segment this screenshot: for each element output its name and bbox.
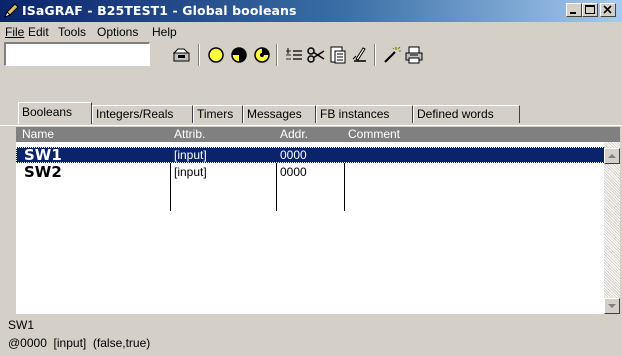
tab-label: Messages (247, 107, 302, 121)
grid-header: Name Attrib. Addr. Comment (16, 127, 620, 142)
close-icon (603, 5, 612, 14)
list-insert-icon[interactable] (284, 45, 304, 65)
menu-edit-label: Edit (28, 25, 49, 39)
window-title: ISaGRAF - B25TEST1 - Global booleans (22, 3, 297, 18)
tab-integers-reals[interactable]: Integers/Reals (92, 105, 193, 123)
column-header-comment[interactable]: Comment (342, 127, 400, 142)
variables-grid: SW1 [input] 0000 SW2 [input] 0000 (16, 142, 620, 314)
table-row[interactable]: SW1 [input] 0000 (16, 146, 605, 164)
circle-empty-icon[interactable] (206, 45, 226, 65)
column-divider (344, 163, 345, 211)
tab-timers[interactable]: Timers (193, 105, 243, 123)
menu-help[interactable]: Help (152, 25, 177, 39)
cell-attrib: [input] (174, 165, 207, 179)
arrow-up-icon (608, 154, 616, 158)
minimize-icon (570, 12, 576, 14)
toolbar-separator (198, 44, 200, 66)
menu-help-label: Help (152, 25, 177, 39)
minimize-button[interactable] (566, 3, 582, 17)
maximize-icon (585, 5, 595, 14)
main-window: ISaGRAF - B25TEST1 - Global booleans Fil… (0, 0, 622, 356)
tab-label: FB instances (320, 107, 390, 121)
scissors-icon[interactable] (306, 45, 326, 65)
arrow-down-icon (608, 304, 616, 308)
clipboard-icon[interactable] (328, 45, 348, 65)
menu-edit[interactable]: Edit (28, 25, 49, 39)
tab-label: Timers (197, 107, 234, 121)
toolbar-input[interactable] (4, 42, 150, 66)
column-header-name[interactable]: Name (16, 127, 54, 142)
menu-file[interactable]: File (5, 25, 24, 39)
status-variable-name: SW1 (8, 318, 35, 332)
maximize-button[interactable] (582, 3, 598, 17)
menu-options[interactable]: Options (97, 25, 138, 39)
tab-fb-instances[interactable]: FB instances (316, 105, 413, 123)
column-header-attrib[interactable]: Attrib. (168, 127, 205, 142)
cell-addr: 0000 (280, 165, 307, 179)
tab-label: Integers/Reals (96, 107, 174, 121)
circle-gear-icon[interactable] (252, 45, 272, 65)
tab-label: Booleans (22, 105, 73, 119)
open-folder-icon[interactable] (172, 45, 192, 65)
cell-name: SW2 (24, 163, 62, 181)
scroll-down-button[interactable] (604, 298, 620, 314)
magic-wand-icon[interactable] (382, 45, 402, 65)
printer-icon[interactable] (404, 45, 424, 65)
menu-tools-label: Tools (58, 25, 87, 39)
column-divider (276, 163, 277, 211)
close-button[interactable] (600, 3, 616, 17)
menu-options-label: Options (97, 25, 139, 39)
menu-file-label: File (5, 25, 25, 39)
status-area: SW1 @0000 [input] (false,true) (8, 316, 620, 354)
edit-pen-icon[interactable] (350, 45, 370, 65)
scroll-up-button[interactable] (604, 148, 620, 164)
vertical-scrollbar[interactable] (604, 142, 620, 314)
table-row[interactable]: SW2 [input] 0000 (16, 163, 605, 181)
title-bar[interactable]: ISaGRAF - B25TEST1 - Global booleans (0, 0, 622, 22)
toolbar-separator (374, 44, 376, 66)
cell-name: SW1 (24, 146, 62, 164)
toolbar (0, 40, 622, 74)
tab-messages[interactable]: Messages (243, 105, 316, 123)
menu-bar: File Edit Tools Options Help (0, 22, 622, 42)
cell-addr: 0000 (280, 148, 307, 162)
tab-label: Defined words (417, 107, 494, 121)
cell-attrib: [input] (174, 148, 207, 162)
tab-defined-words[interactable]: Defined words (413, 105, 520, 123)
column-header-addr[interactable]: Addr. (274, 127, 308, 142)
status-variable-details: @0000 [input] (false,true) (8, 336, 151, 350)
toolbar-separator (276, 44, 278, 66)
tab-booleans[interactable]: Booleans (18, 102, 92, 124)
tab-baseline (0, 125, 622, 126)
menu-tools[interactable]: Tools (58, 25, 86, 39)
circle-half-icon[interactable] (229, 45, 249, 65)
tab-strip: Booleans Integers/Reals Timers Messages … (0, 101, 622, 127)
isagraf-pen-icon (4, 3, 19, 18)
column-divider (170, 163, 171, 211)
